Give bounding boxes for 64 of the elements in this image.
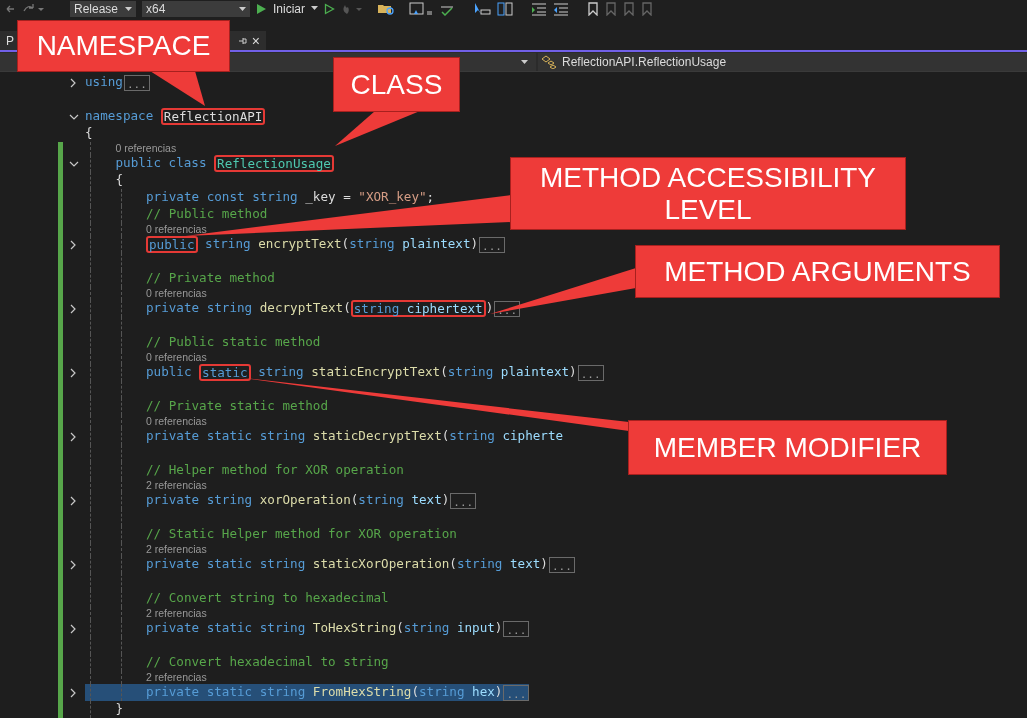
reference-count[interactable]: 2 referencias [146, 671, 207, 684]
outline-play-icon[interactable] [324, 2, 335, 15]
configuration-value: Release [74, 0, 119, 18]
code-comment: // Public method [146, 205, 268, 224]
code-line: private string decryptText( string ciphertext ) [146, 300, 494, 317]
window-icon[interactable] [409, 1, 433, 16]
code-line: using [85, 74, 123, 91]
pin-icon[interactable] [237, 35, 248, 46]
start-button[interactable]: Iniciar [273, 2, 305, 15]
callout-tooltip: MEMBER MODIFIER [628, 420, 947, 475]
code-comment: // Helper method for XOR operation [146, 461, 404, 480]
collapsed-code-box[interactable]: ... [450, 492, 477, 509]
caret-icon [521, 59, 528, 64]
tab-label: P [6, 32, 14, 50]
member-dropdown[interactable]: ReflectionAPI.ReflectionUsage [538, 52, 1027, 71]
reference-count[interactable]: 2 referencias [146, 543, 207, 556]
code-comment: // Public static method [146, 333, 321, 352]
code-line: public class ReflectionUsage [115, 155, 334, 172]
reference-count[interactable]: 2 referencias [146, 479, 207, 492]
code-line: { [115, 172, 124, 189]
collapsed-code-box[interactable]: ... [123, 74, 150, 91]
code-line: { [85, 125, 93, 142]
code-line: public static string staticEncryptText(string plaintext) [146, 364, 577, 381]
columns-icon[interactable] [497, 1, 513, 16]
outdent-icon[interactable] [553, 1, 569, 16]
close-button[interactable]: × [251, 33, 260, 48]
code-comment: // Convert string to hexadecimal [146, 589, 389, 608]
code-line: } [115, 701, 124, 718]
configuration-dropdown[interactable]: Release [70, 0, 136, 17]
code-comment: // Static Helper method for XOR operation [146, 525, 457, 544]
reference-count[interactable]: 0 referencias [146, 351, 207, 364]
code-line: private const string _key = "XOR_key"; [146, 189, 435, 206]
code-comment: // Private static method [146, 397, 328, 416]
class-icon [542, 54, 558, 69]
code-line: private static string staticDecryptText(string cipherte [146, 428, 564, 445]
code-comment: // Convert hexadecimal to string [146, 653, 389, 672]
caret-icon[interactable] [311, 6, 318, 12]
reference-count[interactable]: 0 referencias [146, 287, 207, 300]
reference-count[interactable]: 0 referencias [146, 415, 207, 428]
callout-tooltip: METHOD ACCESSIBILITY LEVEL [510, 157, 906, 230]
collapsed-code-box[interactable]: ... [577, 364, 604, 381]
play-icon[interactable] [256, 2, 267, 15]
code-line: public string encryptText(string plaintext) [146, 236, 479, 253]
code-comment: // Private method [146, 269, 275, 288]
caret-icon [239, 6, 246, 11]
reference-count[interactable]: 2 referencias [146, 607, 207, 620]
collapsed-code-box[interactable]: ... [494, 300, 521, 317]
indent-icon[interactable] [531, 1, 547, 16]
caret-icon [125, 6, 132, 11]
code-line: private static string ToHexString(string input) [146, 620, 503, 637]
code-line: private string xorOperation(string text) [146, 492, 450, 509]
platform-dropdown[interactable]: x64 [142, 0, 250, 17]
reference-count[interactable]: 0 referencias [115, 142, 177, 155]
code-line: namespace ReflectionAPI [85, 108, 266, 125]
reference-count[interactable]: 0 referencias [146, 223, 207, 236]
member-name: ReflectionAPI.ReflectionUsage [562, 53, 727, 71]
code-line: private static string FromHexString(string hex) [146, 684, 503, 701]
platform-value: x64 [146, 0, 166, 18]
cursor-icon[interactable] [473, 1, 491, 16]
collapsed-code-box[interactable]: ... [548, 556, 575, 573]
callout-tooltip-pointer [150, 71, 205, 106]
collapsed-code-box[interactable]: ... [503, 620, 530, 637]
code-line: private static string staticXorOperation(string text) [146, 556, 548, 573]
collapsed-code-box[interactable]: ... [479, 236, 505, 253]
